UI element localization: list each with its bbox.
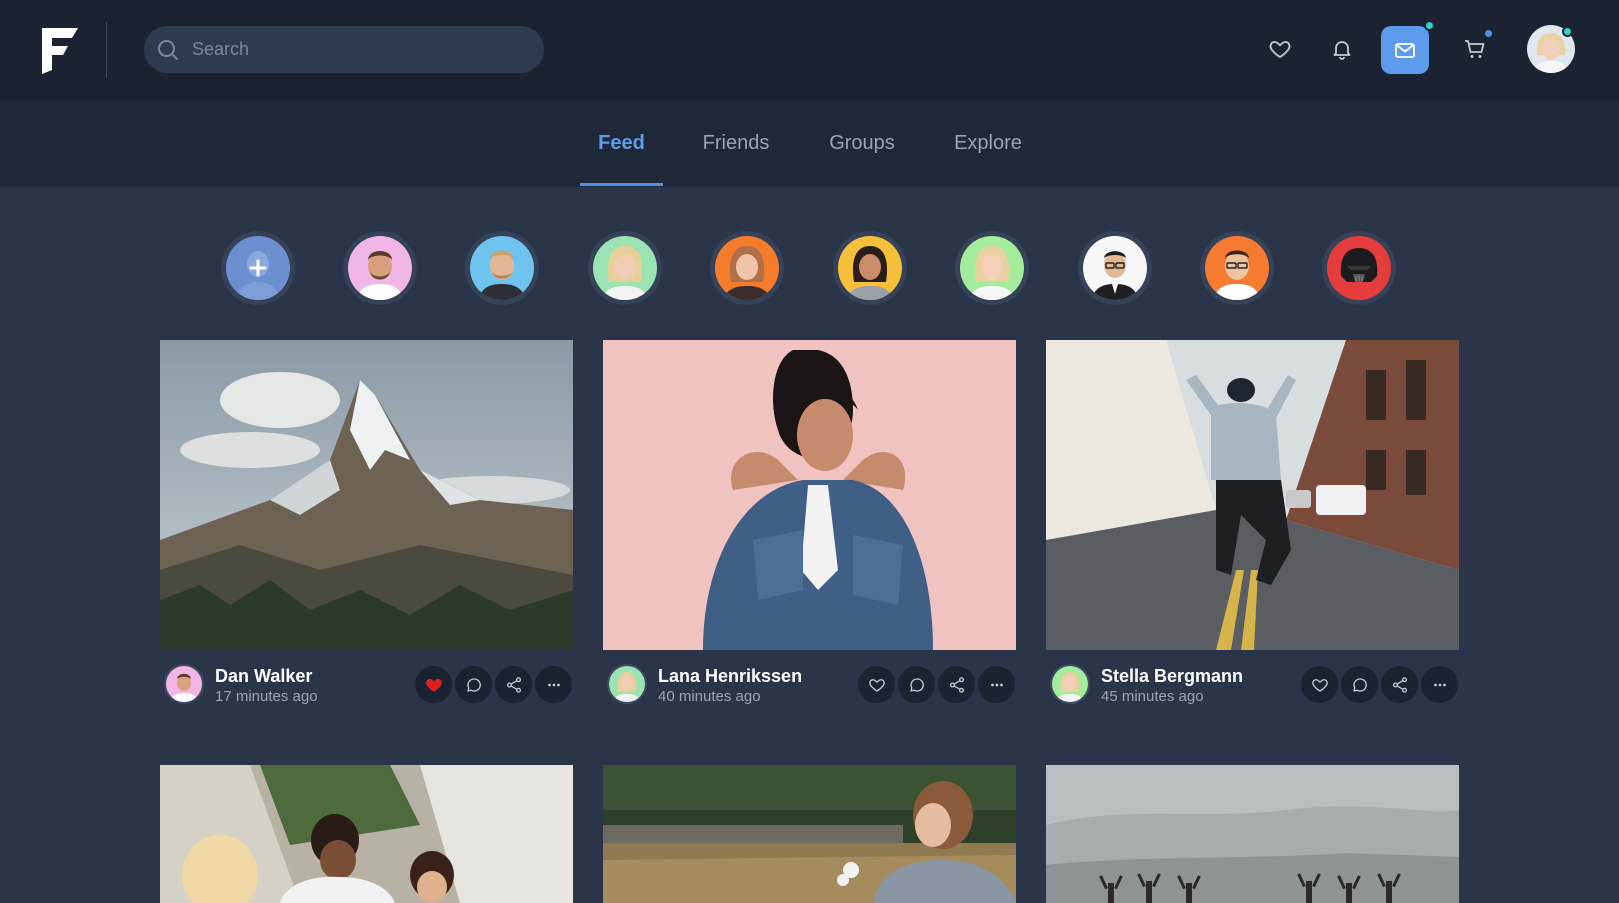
- story-avatar[interactable]: [465, 231, 539, 305]
- notifications-button[interactable]: [1324, 31, 1360, 67]
- post-image-misty-hills[interactable]: [1046, 765, 1459, 903]
- bell-icon: [1333, 41, 1351, 60]
- heart-filled-icon: [425, 678, 442, 692]
- author-name[interactable]: Lana Henrikssen: [658, 666, 802, 687]
- messages-badge: [1424, 20, 1435, 31]
- share-button[interactable]: [495, 666, 532, 703]
- post-card[interactable]: [160, 765, 573, 903]
- post-card[interactable]: Dan Walker 17 minutes ago: [160, 340, 573, 720]
- story-avatar[interactable]: [1078, 231, 1152, 305]
- author-avatar[interactable]: [607, 664, 647, 704]
- story-avatar[interactable]: [833, 231, 907, 305]
- story-avatar[interactable]: [1322, 231, 1396, 305]
- search-input[interactable]: [192, 26, 532, 73]
- author-name[interactable]: Dan Walker: [215, 666, 312, 687]
- active-tab-indicator: [580, 183, 663, 186]
- cart-badge: [1483, 28, 1494, 39]
- comment-button[interactable]: [1341, 666, 1378, 703]
- share-icon: [1392, 676, 1407, 693]
- story-avatar[interactable]: [955, 231, 1029, 305]
- comment-icon: [1352, 677, 1367, 692]
- post-timestamp: 40 minutes ago: [658, 688, 761, 705]
- top-navbar: [0, 0, 1619, 100]
- tab-groups[interactable]: Groups: [816, 100, 908, 187]
- post-image-friends[interactable]: [160, 765, 573, 903]
- post-image-street-jump[interactable]: [1046, 340, 1459, 650]
- post-image-field[interactable]: [603, 765, 1016, 903]
- tab-bar: Feed Friends Groups Explore: [0, 100, 1619, 187]
- tab-explore[interactable]: Explore: [942, 100, 1034, 187]
- post-card[interactable]: Stella Bergmann 45 minutes ago: [1046, 340, 1459, 720]
- post-meta: Stella Bergmann 45 minutes ago: [1046, 650, 1459, 720]
- share-button[interactable]: [1381, 666, 1418, 703]
- post-card[interactable]: [603, 765, 1016, 903]
- like-button[interactable]: [1301, 666, 1338, 703]
- more-icon: [547, 683, 560, 686]
- app-logo[interactable]: [38, 26, 80, 76]
- cart-icon: [1465, 40, 1485, 58]
- logo-divider: [106, 22, 107, 78]
- heart-icon: [1269, 41, 1291, 58]
- more-options-button[interactable]: [978, 666, 1015, 703]
- post-timestamp: 17 minutes ago: [215, 688, 318, 705]
- tab-friends[interactable]: Friends: [690, 100, 782, 187]
- post-timestamp: 45 minutes ago: [1101, 688, 1204, 705]
- search-icon: [158, 40, 178, 60]
- story-avatar[interactable]: [588, 231, 662, 305]
- comment-icon: [466, 677, 481, 692]
- more-icon: [1433, 683, 1446, 686]
- more-options-button[interactable]: [1421, 666, 1458, 703]
- story-avatar[interactable]: [1200, 231, 1274, 305]
- share-icon: [506, 676, 521, 693]
- post-meta: Lana Henrikssen 40 minutes ago: [603, 650, 1016, 720]
- heart-icon: [1311, 678, 1328, 692]
- comment-button[interactable]: [898, 666, 935, 703]
- tab-feed[interactable]: Feed: [580, 100, 663, 187]
- comment-button[interactable]: [455, 666, 492, 703]
- story-avatar[interactable]: [710, 231, 784, 305]
- like-button[interactable]: [858, 666, 895, 703]
- more-options-button[interactable]: [535, 666, 572, 703]
- post-card[interactable]: [1046, 765, 1459, 903]
- online-status-dot: [1562, 26, 1573, 37]
- story-add[interactable]: [221, 231, 295, 305]
- author-avatar[interactable]: [1050, 664, 1090, 704]
- messages-button[interactable]: [1381, 26, 1429, 74]
- more-icon: [990, 683, 1003, 686]
- author-name[interactable]: Stella Bergmann: [1101, 666, 1243, 687]
- post-image-woman-denim[interactable]: [603, 340, 1016, 650]
- share-icon: [949, 676, 964, 693]
- share-button[interactable]: [938, 666, 975, 703]
- search-bar[interactable]: [144, 26, 544, 73]
- comment-icon: [909, 677, 924, 692]
- post-card[interactable]: Lana Henrikssen 40 minutes ago: [603, 340, 1016, 720]
- like-button[interactable]: [415, 666, 452, 703]
- story-avatar[interactable]: [343, 231, 417, 305]
- likes-button[interactable]: [1262, 31, 1298, 67]
- author-avatar[interactable]: [164, 664, 204, 704]
- mail-icon: [1395, 43, 1415, 58]
- heart-icon: [868, 678, 885, 692]
- post-image-mountain[interactable]: [160, 340, 573, 650]
- post-meta: Dan Walker 17 minutes ago: [160, 650, 573, 720]
